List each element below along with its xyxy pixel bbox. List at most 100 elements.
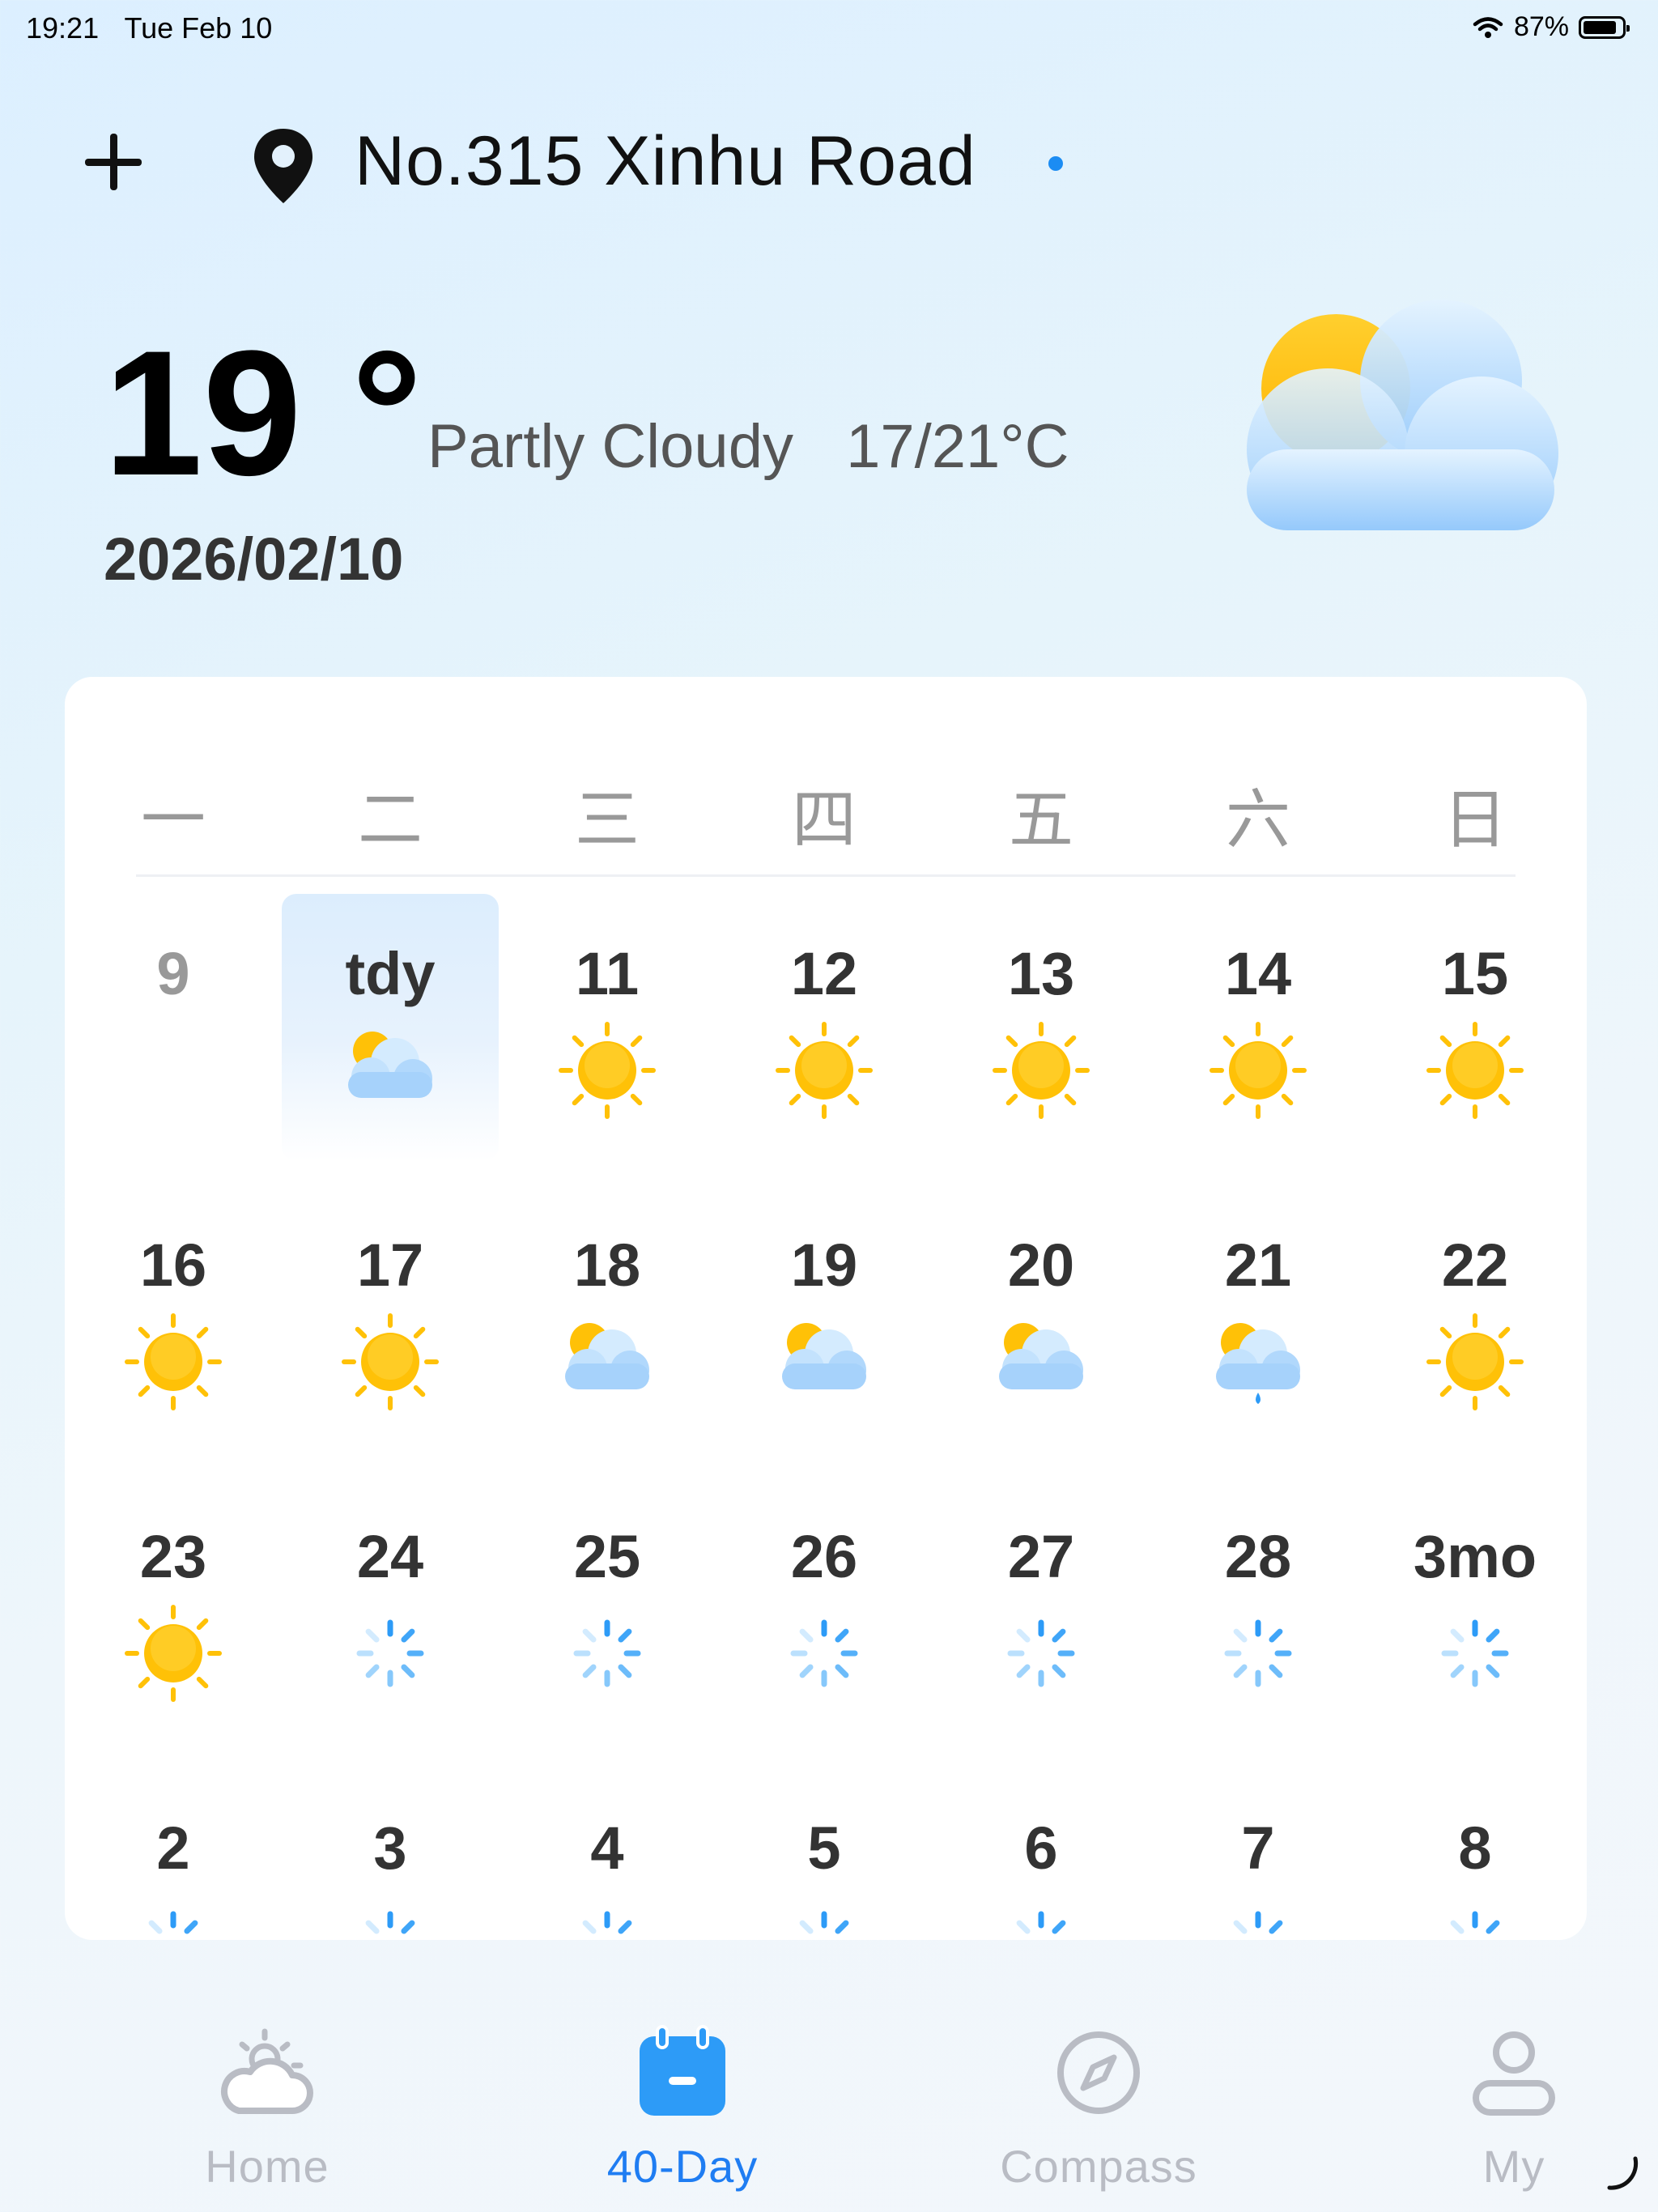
loading-icon	[1016, 1911, 1066, 1934]
weekday-label: 四	[792, 782, 857, 857]
loading-icon	[582, 1911, 632, 1934]
day-label: 28	[1224, 1523, 1292, 1590]
day-label: 26	[790, 1523, 858, 1590]
calendar-icon	[640, 2025, 725, 2116]
status-right: 87%	[1472, 11, 1630, 43]
day-cell[interactable]: 14	[1150, 894, 1367, 1161]
day-label: 19	[790, 1231, 858, 1299]
loading-icon	[573, 1619, 641, 1687]
weekday-label: 一	[141, 782, 206, 857]
day-cell[interactable]: 22	[1367, 1185, 1584, 1453]
day-label: 7	[1241, 1814, 1275, 1882]
add-location-button[interactable]	[81, 130, 146, 194]
day-label: 20	[1007, 1231, 1075, 1299]
sunny-icon	[125, 1605, 222, 1702]
location-header: No.315 Xinhu Road	[0, 113, 1658, 203]
day-cell[interactable]: 24	[282, 1477, 499, 1744]
day-label: 15	[1441, 940, 1509, 1007]
day-cell[interactable]: 6	[933, 1768, 1150, 1940]
location-name[interactable]: No.315 Xinhu Road	[355, 121, 976, 202]
current-temperature: 19 °	[104, 313, 423, 513]
day-cell[interactable]: 12	[716, 894, 933, 1161]
day-cell[interactable]: 16	[65, 1185, 282, 1453]
day-cell[interactable]: 28	[1150, 1477, 1367, 1744]
partly-cloudy-icon	[782, 1323, 866, 1389]
compass-icon	[1057, 2031, 1140, 2114]
day-label: 27	[1007, 1523, 1075, 1590]
loading-icon	[1007, 1619, 1075, 1687]
partly-cloudy-icon	[1247, 300, 1558, 530]
tab-home[interactable]: Home	[105, 2020, 429, 2193]
location-indicator-dot	[1048, 156, 1063, 171]
sunny-icon	[1209, 1022, 1307, 1119]
current-condition-row: Partly Cloudy 17/21°C	[427, 411, 1105, 482]
day-cell[interactable]: 9	[65, 894, 282, 1161]
weekday-divider	[136, 874, 1516, 877]
sunny-icon	[1426, 1022, 1524, 1119]
partly-cloudy-icon	[565, 1323, 649, 1389]
day-cell[interactable]: 11	[499, 894, 716, 1161]
day-cell[interactable]: 18	[499, 1185, 716, 1453]
wifi-icon	[1473, 16, 1503, 38]
current-condition: Partly Cloudy	[427, 412, 793, 481]
day-cell[interactable]: 15	[1367, 894, 1584, 1161]
day-label: 11	[575, 940, 640, 1007]
day-cell[interactable]: 13	[933, 894, 1150, 1161]
day-cell[interactable]: 23	[65, 1477, 282, 1744]
day-cell[interactable]: 3	[282, 1768, 499, 1940]
day-label: 6	[1024, 1814, 1058, 1882]
location-pin-icon	[254, 129, 312, 203]
tab-bar: Home 40-Day Compass My	[0, 1943, 1658, 2212]
day-label: 2	[156, 1814, 190, 1882]
day-label: 3	[373, 1814, 407, 1882]
day-label: 14	[1224, 940, 1292, 1007]
day-cell[interactable]: 2	[65, 1768, 282, 1940]
day-cell[interactable]: 4	[499, 1768, 716, 1940]
status-bar: 19:21 Tue Feb 10 87%	[0, 0, 1658, 58]
weekday-label: 三	[575, 782, 640, 857]
day-label: 24	[356, 1523, 424, 1590]
day-cell[interactable]: 25	[499, 1477, 716, 1744]
day-label: 5	[807, 1814, 841, 1882]
loading-icon	[1224, 1619, 1292, 1687]
battery-percent: 87%	[1513, 11, 1569, 42]
loading-icon	[148, 1911, 198, 1934]
day-cell[interactable]: 19	[716, 1185, 933, 1453]
day-label: 17	[356, 1231, 424, 1299]
status-time: 19:21	[26, 11, 100, 45]
tab-home-label: Home	[205, 2141, 329, 2192]
day-cell[interactable]: 5	[716, 1768, 933, 1940]
day-cell[interactable]: 8	[1367, 1768, 1584, 1940]
day-label: 21	[1224, 1231, 1292, 1299]
loading-icon	[356, 1619, 424, 1687]
weekday-label: 六	[1226, 782, 1290, 857]
sunny-icon	[993, 1022, 1090, 1119]
calendar-card: 一二三四五六日 9 tdy 11 12 13 14 15 16 17 18 19 20 21 22 23 24…	[65, 677, 1587, 1940]
sunny-icon	[342, 1313, 439, 1410]
loading-icon	[365, 1911, 415, 1934]
day-cell[interactable]: 27	[933, 1477, 1150, 1744]
loading-indicator-icon	[1607, 2156, 1639, 2190]
day-label: 22	[1441, 1231, 1509, 1299]
day-label: 4	[590, 1814, 624, 1882]
tab-40-day[interactable]: 40-Day	[521, 2020, 844, 2193]
person-icon	[1473, 2031, 1555, 2116]
day-label: 23	[139, 1523, 207, 1590]
day-cell[interactable]: 26	[716, 1477, 933, 1744]
loading-icon	[1450, 1911, 1500, 1934]
day-cell[interactable]: 7	[1150, 1768, 1367, 1940]
day-cell[interactable]: 17	[282, 1185, 499, 1453]
tab-compass[interactable]: Compass	[937, 2020, 1261, 2193]
sunny-icon	[125, 1313, 222, 1410]
day-cell-today[interactable]: tdy	[282, 894, 499, 1161]
day-cell[interactable]: 20	[933, 1185, 1150, 1453]
day-cell[interactable]: 21	[1150, 1185, 1367, 1453]
loading-icon	[1233, 1911, 1283, 1934]
home-weather-icon	[221, 2028, 313, 2114]
day-cell[interactable]: 3mo	[1367, 1477, 1584, 1744]
weekday-header-row: 一二三四五六日	[65, 677, 1587, 875]
weekday-label: 日	[1443, 782, 1507, 857]
sunny-icon	[776, 1022, 873, 1119]
current-date: 2026/02/10	[104, 525, 404, 593]
sunny-icon	[559, 1022, 656, 1119]
